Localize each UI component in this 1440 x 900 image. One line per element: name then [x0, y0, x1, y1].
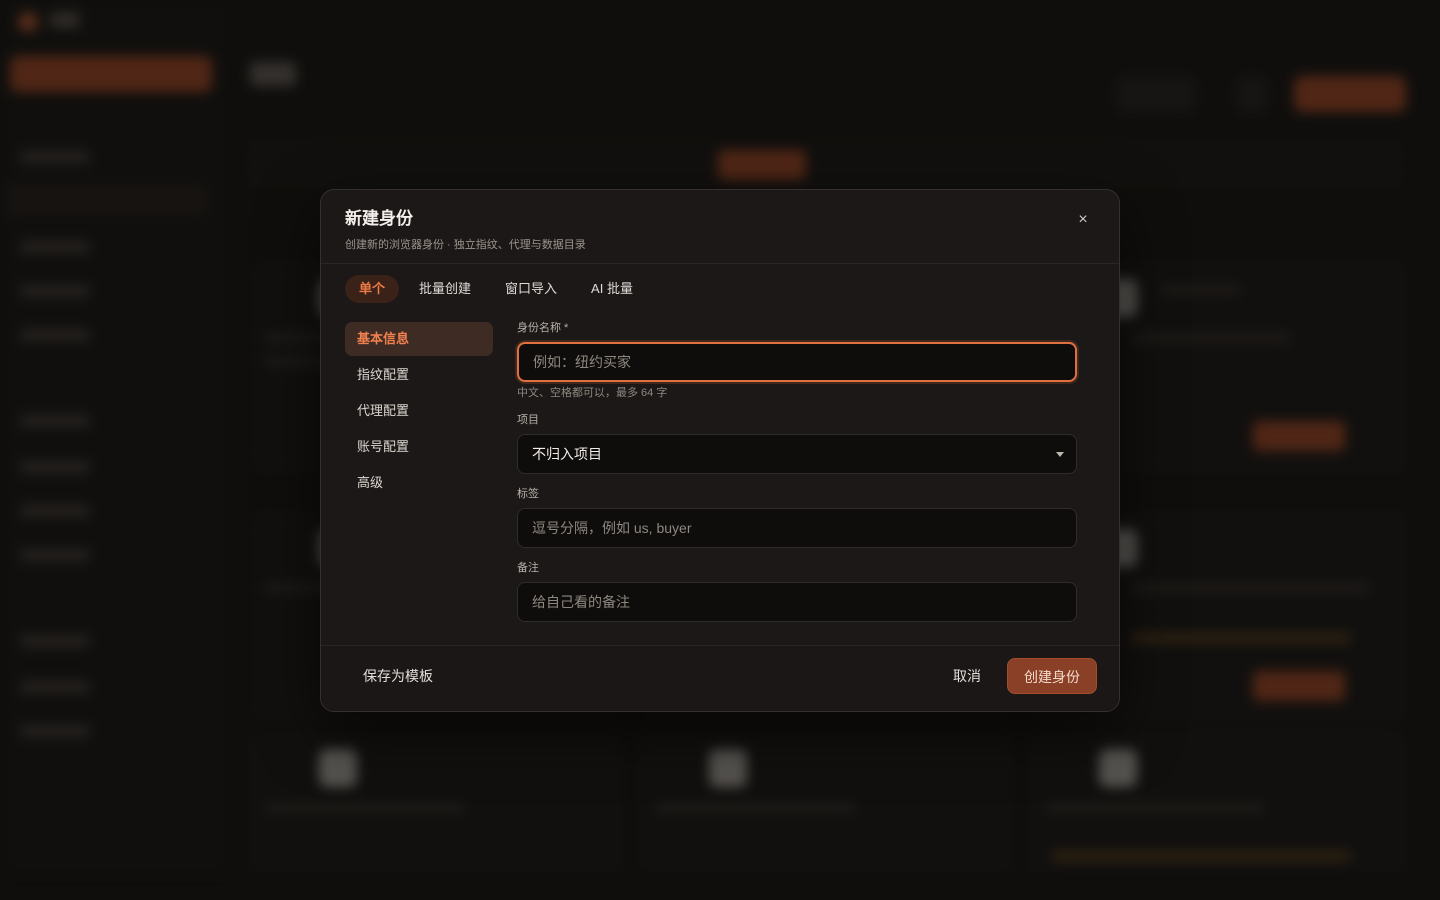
section-proxy[interactable]: 代理配置 — [345, 394, 493, 428]
mode-tabs: 单个 批量创建 窗口导入 AI 批量 — [345, 275, 647, 303]
new-identity-modal: 新建身份 创建新的浏览器身份 · 独立指纹、代理与数据目录 × 单个 批量创建 … — [320, 189, 1120, 712]
tab-ai-batch[interactable]: AI 批量 — [577, 275, 647, 303]
notes-input[interactable] — [517, 582, 1077, 622]
chevron-down-icon — [1056, 452, 1064, 457]
modal-subtitle: 创建新的浏览器身份 · 独立指纹、代理与数据目录 — [345, 239, 586, 251]
notes-label: 备注 — [517, 562, 539, 574]
create-identity-button[interactable]: 创建身份 — [1007, 658, 1097, 694]
name-label: 身份名称 * — [517, 322, 569, 334]
project-select[interactable]: 不归入项目 — [517, 434, 1077, 474]
project-label: 项目 — [517, 414, 539, 426]
section-nav: 基本信息 指纹配置 代理配置 账号配置 高级 — [345, 322, 493, 502]
section-fingerprint[interactable]: 指纹配置 — [345, 358, 493, 392]
tags-input[interactable] — [517, 508, 1077, 548]
close-icon[interactable]: × — [1073, 210, 1093, 230]
section-basic-info[interactable]: 基本信息 — [345, 322, 493, 356]
basic-info-form: 身份名称 * 中文、空格都可以，最多 64 字 项目 不归入项目 标签 备注 — [517, 320, 1077, 634]
modal-header: 新建身份 创建新的浏览器身份 · 独立指纹、代理与数据目录 × — [321, 190, 1119, 264]
tab-window-import[interactable]: 窗口导入 — [491, 275, 571, 303]
modal-footer: 保存为模板 取消 创建身份 — [321, 645, 1119, 711]
name-field-group: 身份名称 * 中文、空格都可以，最多 64 字 — [517, 320, 1077, 400]
tab-batch-create[interactable]: 批量创建 — [405, 275, 485, 303]
section-account[interactable]: 账号配置 — [345, 430, 493, 464]
name-hint: 中文、空格都可以，最多 64 字 — [517, 387, 668, 399]
project-select-value: 不归入项目 — [532, 446, 602, 462]
project-field-group: 项目 不归入项目 — [517, 412, 1077, 474]
tags-label: 标签 — [517, 488, 539, 500]
cancel-button[interactable]: 取消 — [939, 658, 995, 694]
tab-single[interactable]: 单个 — [345, 275, 400, 303]
tags-field-group: 标签 — [517, 486, 1077, 548]
identity-name-input[interactable] — [517, 342, 1077, 382]
notes-field-group: 备注 — [517, 560, 1077, 622]
section-advanced[interactable]: 高级 — [345, 466, 493, 500]
save-as-template-button[interactable]: 保存为模板 — [349, 658, 447, 694]
modal-title: 新建身份 — [345, 209, 413, 228]
